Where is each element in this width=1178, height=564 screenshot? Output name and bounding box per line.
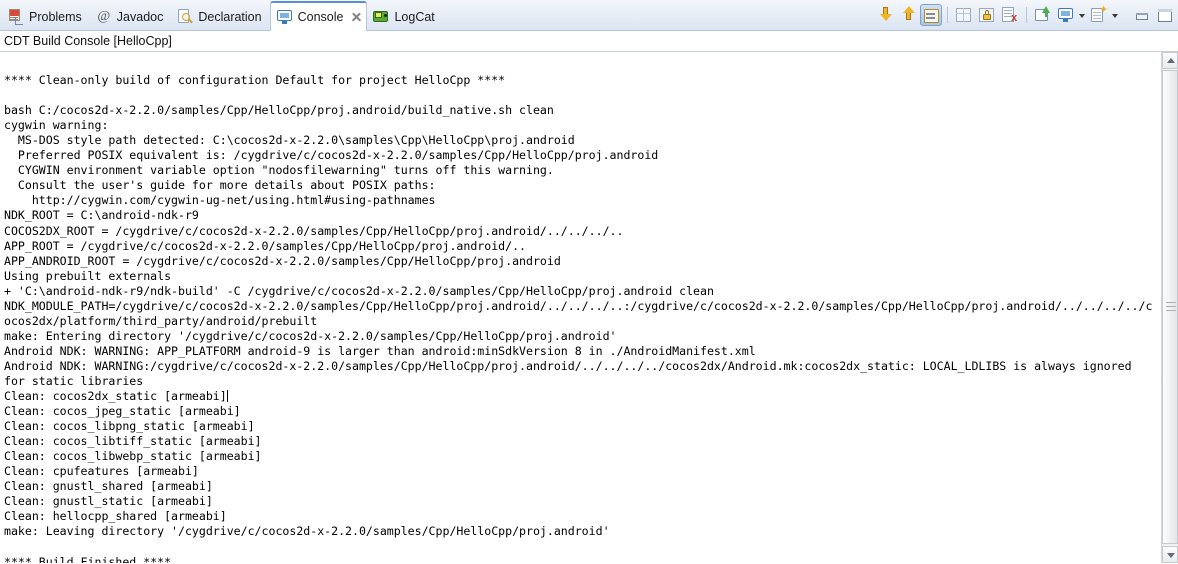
close-icon[interactable]	[351, 12, 362, 23]
console-view-title: CDT Build Console [HelloCpp]	[0, 31, 1178, 52]
console-line: Using prebuilt externals	[4, 268, 172, 283]
console-line: for static libraries	[4, 373, 144, 388]
open-console-dropdown-arrow-icon[interactable]	[1111, 4, 1120, 26]
tab-problems[interactable]: Problems	[2, 2, 90, 31]
maximize-view-button[interactable]	[1154, 4, 1176, 26]
console-text[interactable]: **** Clean-only build of configuration D…	[4, 58, 1160, 563]
scroll-thumb-grip	[1166, 302, 1176, 312]
console-line: make: Leaving directory '/cygdrive/c/coc…	[4, 524, 610, 539]
console-line: Clean: cocos_libwebp_static [armeabi]	[4, 449, 262, 464]
tab-label: Problems	[29, 9, 82, 24]
console-line: make: Entering directory '/cygdrive/c/co…	[4, 328, 617, 343]
console-line: Clean: cocos2dx_static [armeabi]	[4, 389, 228, 404]
vertical-scrollbar[interactable]	[1161, 52, 1178, 563]
minimize-view-button[interactable]	[1131, 4, 1153, 26]
problems-icon	[8, 8, 24, 25]
remove-console-button[interactable]: x	[999, 4, 1021, 26]
scroll-lock-down-button[interactable]	[874, 4, 896, 26]
console-title-label: CDT Build Console [HelloCpp]	[4, 34, 172, 48]
tab-logcat[interactable]: LogCat	[367, 2, 442, 31]
console-line: APP_ROOT = /cygdrive/c/cocos2d-x-2.2.0/s…	[4, 238, 527, 253]
console-line: Preferred POSIX equivalent is: /cygdrive…	[4, 148, 659, 163]
console-line: Consult the user's guide for more detail…	[4, 178, 436, 193]
console-line: Clean: gnustl_static [armeabi]	[4, 494, 213, 509]
scroll-lock-button[interactable]	[976, 4, 998, 26]
scroll-down-arrow-icon[interactable]	[1162, 546, 1178, 563]
console-toolbar: x ✦	[874, 2, 1176, 28]
console-line: + 'C:\android-ndk-r9/ndk-build' -C /cygd…	[4, 283, 714, 298]
clear-console-button[interactable]	[953, 4, 975, 26]
declaration-icon	[177, 8, 194, 25]
console-line: Android NDK: WARNING:/cygdrive/c/cocos2d…	[4, 358, 1132, 373]
console-icon	[276, 9, 293, 25]
eclipse-console-view: Problems @ Javadoc Declaration Console L…	[0, 0, 1178, 564]
word-wrap-button[interactable]	[920, 4, 942, 26]
logcat-icon	[373, 9, 389, 25]
console-line: NDK_ROOT = C:\android-ndk-r9	[4, 208, 199, 223]
console-line: **** Clean-only build of configuration D…	[4, 73, 506, 88]
view-tab-bar: Problems @ Javadoc Declaration Console L…	[0, 0, 1178, 31]
toolbar-separator	[1026, 7, 1027, 23]
tab-label: Javadoc	[116, 9, 164, 24]
tab-label: Console	[297, 10, 344, 24]
pin-console-button[interactable]	[1032, 4, 1054, 26]
display-console-button[interactable]	[1055, 4, 1077, 26]
console-line: Clean: cocos_jpeg_static [armeabi]	[4, 404, 241, 419]
javadoc-icon: @	[97, 8, 111, 24]
console-line: Clean: cpufeatures [armeabi]	[4, 464, 199, 479]
tab-label: Declaration	[198, 9, 262, 24]
display-console-dropdown-arrow-icon[interactable]	[1078, 4, 1087, 26]
console-line: CYGWIN environment variable option "nodo…	[4, 163, 554, 178]
console-line: Clean: hellocpp_shared [armeabi]	[4, 509, 227, 524]
tab-javadoc[interactable]: @ Javadoc	[90, 2, 172, 31]
console-line: ocos2dx/platform/third_party/android/pre…	[4, 313, 318, 328]
console-line: APP_ANDROID_ROOT = /cygdrive/c/cocos2d-x…	[4, 253, 561, 268]
console-line: Clean: gnustl_shared [armeabi]	[4, 479, 213, 494]
open-console-button[interactable]: ✦	[1088, 4, 1110, 26]
tab-declaration[interactable]: Declaration	[171, 2, 269, 31]
console-line: Clean: cocos_libpng_static [armeabi]	[4, 419, 255, 434]
scroll-thumb[interactable]	[1162, 70, 1178, 544]
console-line: **** Build Finished ****	[4, 554, 172, 563]
text-caret	[226, 390, 228, 403]
console-line: NDK_MODULE_PATH=/cygdrive/c/cocos2d-x-2.…	[4, 298, 1153, 313]
scroll-up-arrow-icon[interactable]	[1162, 52, 1178, 69]
toolbar-separator	[947, 7, 948, 23]
tab-console[interactable]: Console	[269, 1, 368, 31]
console-line: http://cygwin.com/cygwin-ug-net/using.ht…	[4, 193, 436, 208]
console-line: Clean: cocos_libtiff_static [armeabi]	[4, 434, 262, 449]
console-line: COCOS2DX_ROOT = /cygdrive/c/cocos2d-x-2.…	[4, 223, 624, 238]
console-line: Android NDK: WARNING: APP_PLATFORM andro…	[4, 343, 756, 358]
console-line: bash C:/cocos2d-x-2.2.0/samples/Cpp/Hell…	[4, 103, 554, 118]
tab-label: LogCat	[394, 9, 435, 24]
console-line: MS-DOS style path detected: C:\cocos2d-x…	[4, 133, 575, 148]
scroll-lock-up-button[interactable]	[897, 4, 919, 26]
console-line: cygwin warning:	[4, 118, 109, 133]
console-output-area[interactable]: **** Clean-only build of configuration D…	[0, 52, 1178, 563]
